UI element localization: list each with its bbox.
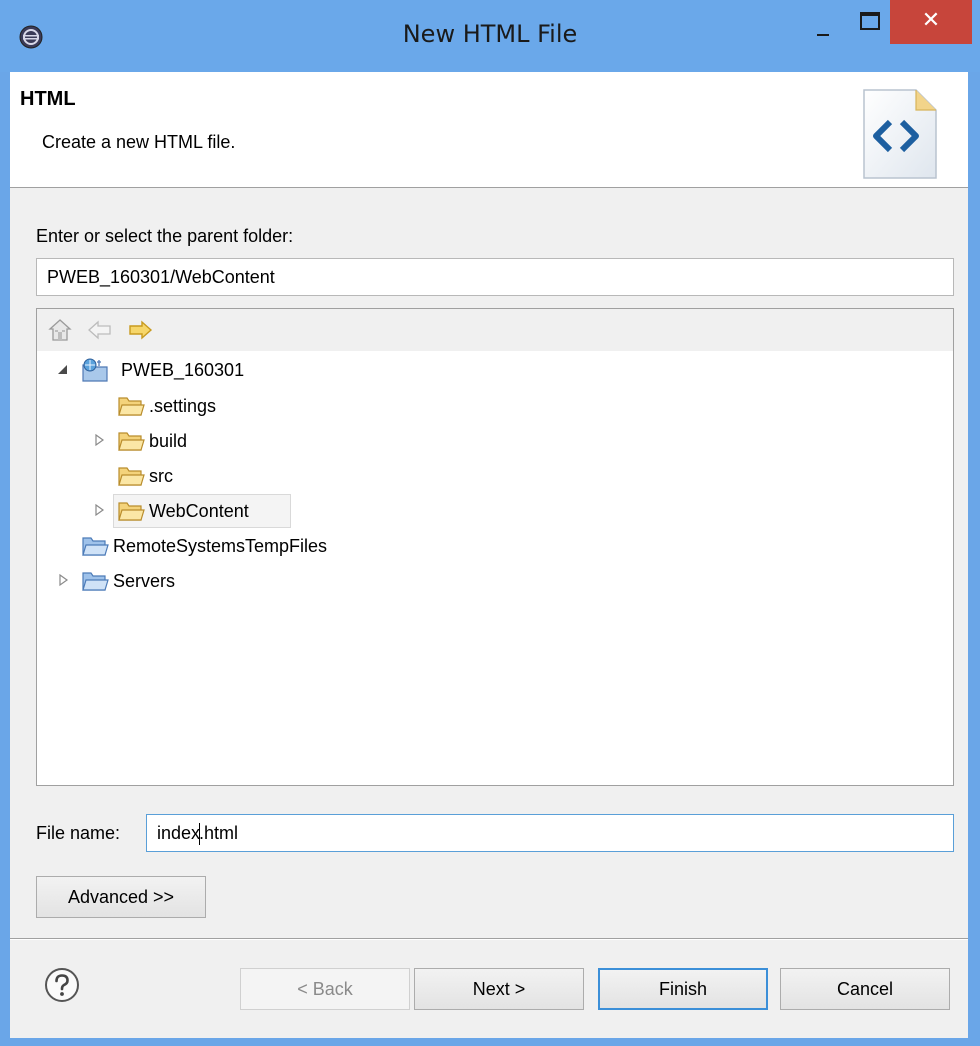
tree-toolbar [37, 309, 953, 351]
web-project-icon [82, 358, 108, 382]
advanced-button[interactable]: Advanced >> [36, 876, 206, 918]
maximize-button[interactable] [846, 0, 890, 44]
folder-icon [118, 502, 145, 521]
tree-item-remotesystemstempfiles[interactable]: RemoteSystemsTempFiles [37, 529, 953, 563]
file-name-input[interactable]: index.html [146, 814, 954, 852]
minimize-button[interactable] [800, 0, 846, 44]
title-bar[interactable]: New HTML File ✕ [0, 0, 980, 72]
folder-icon [118, 432, 145, 451]
back-button[interactable]: < Back [240, 968, 410, 1010]
folder-icon [118, 467, 145, 486]
tree-item-label: build [149, 431, 188, 451]
expanded-triangle-icon[interactable] [57, 362, 69, 376]
file-name-text-before-caret: index [157, 823, 201, 843]
tree-item-src[interactable]: src [37, 459, 953, 493]
tree-item-build[interactable]: build [37, 424, 953, 458]
forward-arrow-icon[interactable] [127, 318, 153, 342]
tree-item-project[interactable]: PWEB_160301 [37, 353, 953, 387]
finish-button[interactable]: Finish [598, 968, 768, 1010]
back-arrow-icon[interactable] [87, 318, 113, 342]
help-icon[interactable] [44, 967, 80, 1003]
tree-item-label: PWEB_160301 [121, 360, 245, 380]
collapsed-triangle-icon[interactable] [57, 573, 69, 587]
tree-item-label: RemoteSystemsTempFiles [113, 536, 328, 556]
button-bar-separator-highlight [10, 939, 968, 940]
close-button[interactable]: ✕ [890, 0, 972, 44]
next-button[interactable]: Next > [414, 968, 584, 1010]
home-icon[interactable] [47, 318, 73, 342]
tree-item-label: WebContent [149, 501, 249, 521]
file-name-text-after-caret: .html [199, 823, 239, 843]
file-name-label: File name: [36, 823, 121, 843]
folder-icon [82, 572, 109, 591]
folder-tree[interactable]: PWEB_160301 .settings build src WebConte… [36, 308, 954, 786]
cancel-button[interactable]: Cancel [780, 968, 950, 1010]
tree-item-settings[interactable]: .settings [37, 389, 953, 423]
html-file-icon [863, 89, 937, 179]
collapsed-triangle-icon[interactable] [93, 503, 105, 517]
tree-item-servers[interactable]: Servers [37, 564, 953, 598]
folder-icon [82, 537, 109, 556]
tree-item-label: .settings [149, 396, 217, 416]
parent-folder-label: Enter or select the parent folder: [36, 226, 294, 246]
wizard-description: Create a new HTML file. [42, 132, 236, 152]
parent-folder-input[interactable]: PWEB_160301/WebContent [36, 258, 954, 296]
tree-item-label: Servers [113, 571, 176, 591]
dialog-window: New HTML File ✕ HTML Create a new HTML f… [0, 0, 980, 1046]
wizard-title: HTML [20, 88, 76, 110]
folder-icon [118, 397, 145, 416]
wizard-banner: HTML Create a new HTML file. [10, 72, 968, 188]
tree-item-label: src [149, 466, 173, 486]
dialog-client-area: HTML Create a new HTML file. Enter or se… [10, 72, 968, 1038]
collapsed-triangle-icon[interactable] [93, 433, 105, 447]
tree-item-webcontent[interactable]: WebContent [37, 494, 953, 528]
